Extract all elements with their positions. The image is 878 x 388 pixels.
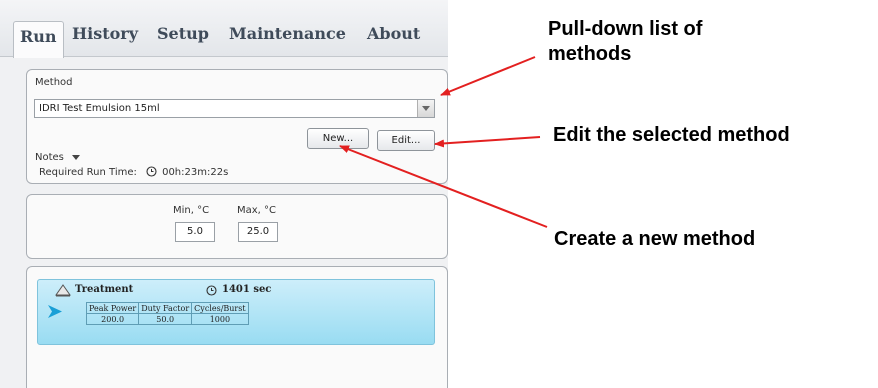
arrow-to-dropdown — [440, 56, 536, 96]
annotation-arrows — [339, 56, 548, 228]
arrow-to-new-button — [339, 145, 548, 228]
arrow-to-edit-button — [434, 136, 541, 148]
